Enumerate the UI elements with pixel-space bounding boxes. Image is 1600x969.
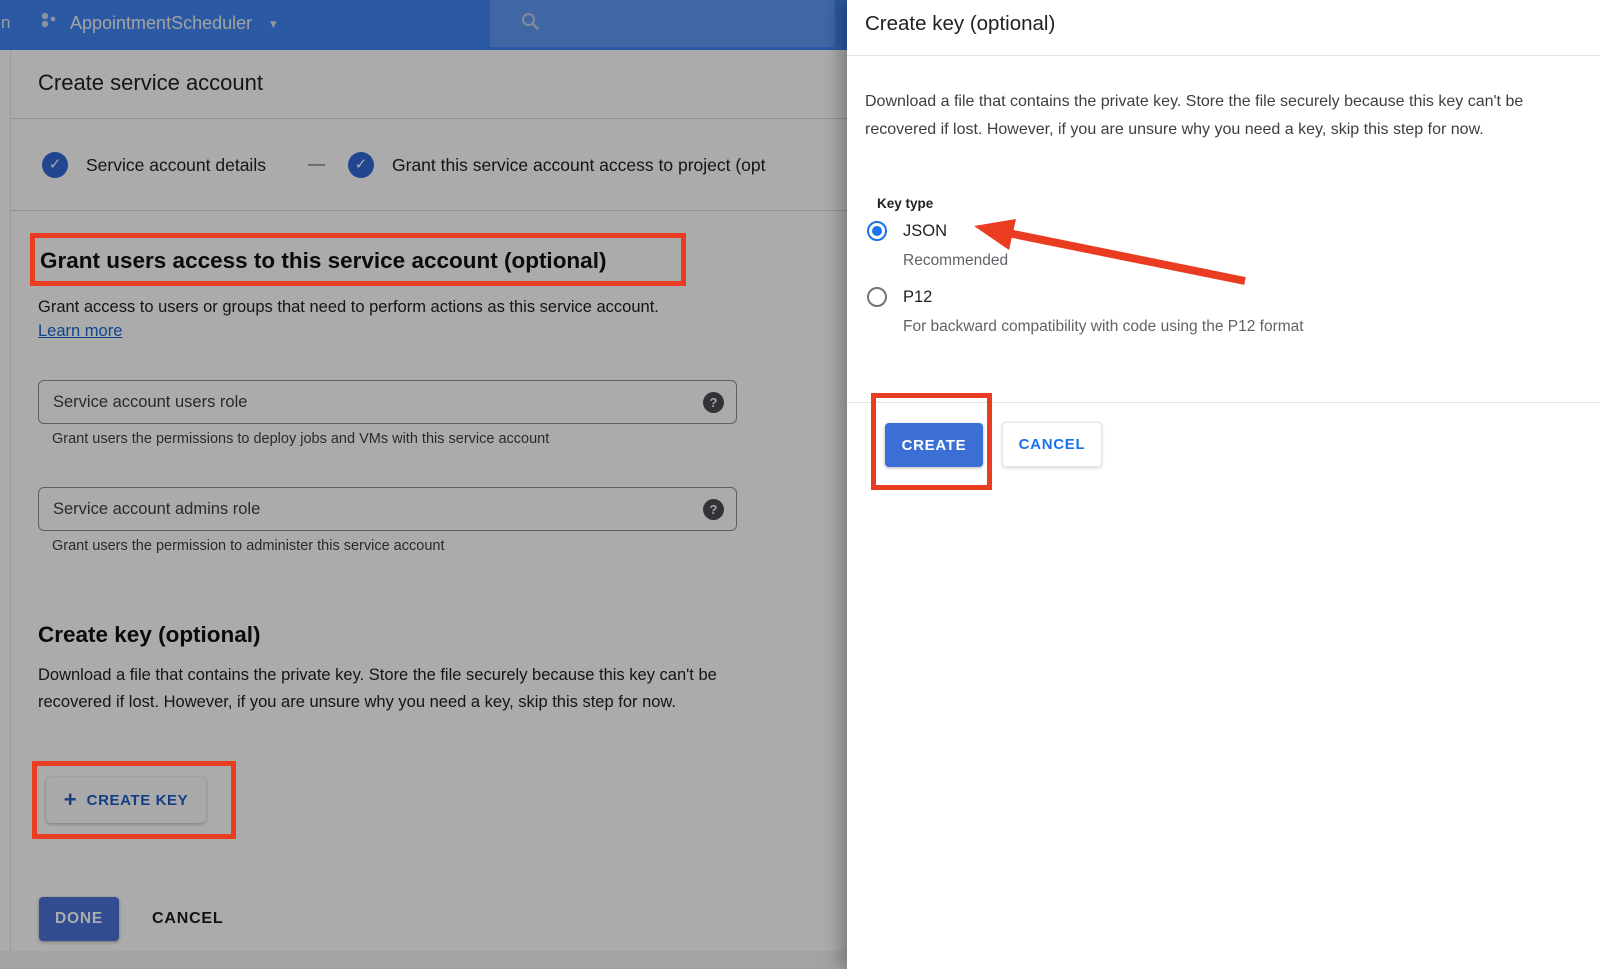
create-key-description: Download a file that contains the privat…	[38, 662, 728, 716]
stepper-divider	[10, 210, 847, 211]
key-type-option-json[interactable]: JSON	[867, 221, 947, 241]
create-key-button[interactable]: + CREATE KEY	[46, 777, 206, 823]
p12-option-helper: For backward compatibility with code usi…	[903, 318, 1304, 336]
key-type-label: Key type	[877, 196, 933, 211]
panel-description: Download a file that contains the privat…	[865, 88, 1557, 143]
grant-users-heading: Grant users access to this service accou…	[40, 248, 606, 274]
admins-role-field-label: Service account admins role	[53, 500, 703, 519]
chevron-down-icon: ▾	[270, 16, 277, 32]
step1-check-icon: ✓	[42, 152, 68, 178]
json-option-label: JSON	[903, 222, 947, 241]
service-account-users-role-field[interactable]: Service account users role ?	[38, 380, 737, 424]
search-input[interactable]	[490, 0, 835, 47]
project-selector[interactable]: AppointmentScheduler ▾	[38, 10, 277, 37]
service-account-admins-role-field[interactable]: Service account admins role ?	[38, 487, 737, 531]
create-key-side-panel: Create key (optional) Download a file th…	[847, 0, 1600, 969]
users-role-field-label: Service account users role	[53, 393, 703, 412]
create-button[interactable]: CREATE	[885, 423, 983, 467]
radio-selected-icon[interactable]	[867, 221, 887, 241]
step2-check-icon: ✓	[348, 152, 374, 178]
project-logo-icon	[38, 10, 60, 37]
stepper: ✓ Service account details — ✓ Grant this…	[0, 150, 847, 184]
create-key-heading: Create key (optional)	[38, 622, 261, 648]
cancel-button-left[interactable]: CANCEL	[152, 897, 223, 941]
grant-users-description: Grant access to users or groups that nee…	[38, 294, 758, 321]
p12-option-label: P12	[903, 288, 932, 307]
help-icon[interactable]: ?	[703, 392, 724, 413]
panel-footer-divider	[847, 402, 1600, 403]
header-divider	[10, 118, 847, 119]
clipped-nav-text: n	[1, 13, 10, 33]
admins-role-helper-text: Grant users the permission to administer…	[52, 538, 444, 554]
plus-icon: +	[64, 790, 77, 810]
done-button[interactable]: DONE	[39, 897, 119, 941]
panel-title: Create key (optional)	[865, 12, 1055, 36]
screen: n AppointmentScheduler ▾	[0, 0, 1600, 969]
bottom-strip	[0, 951, 847, 969]
top-app-bar: n AppointmentScheduler ▾	[0, 0, 847, 50]
key-type-option-p12[interactable]: P12	[867, 287, 932, 307]
users-role-helper-text: Grant users the permissions to deploy jo…	[52, 431, 549, 447]
cancel-button-panel[interactable]: CANCEL	[1002, 422, 1102, 467]
radio-unselected-icon[interactable]	[867, 287, 887, 307]
panel-header-divider	[847, 55, 1600, 56]
content-left-edge	[10, 50, 11, 969]
help-icon[interactable]: ?	[703, 499, 724, 520]
main-content-region: n AppointmentScheduler ▾	[0, 0, 847, 969]
create-key-button-label: CREATE KEY	[87, 792, 189, 809]
stepper-separator: —	[308, 154, 325, 174]
page-title: Create service account	[38, 70, 263, 96]
search-icon	[520, 11, 540, 36]
learn-more-link[interactable]: Learn more	[38, 322, 122, 341]
json-option-helper: Recommended	[903, 252, 1008, 270]
project-name: AppointmentScheduler	[70, 13, 252, 34]
step1-label[interactable]: Service account details	[86, 155, 266, 176]
step2-label[interactable]: Grant this service account access to pro…	[392, 155, 766, 176]
